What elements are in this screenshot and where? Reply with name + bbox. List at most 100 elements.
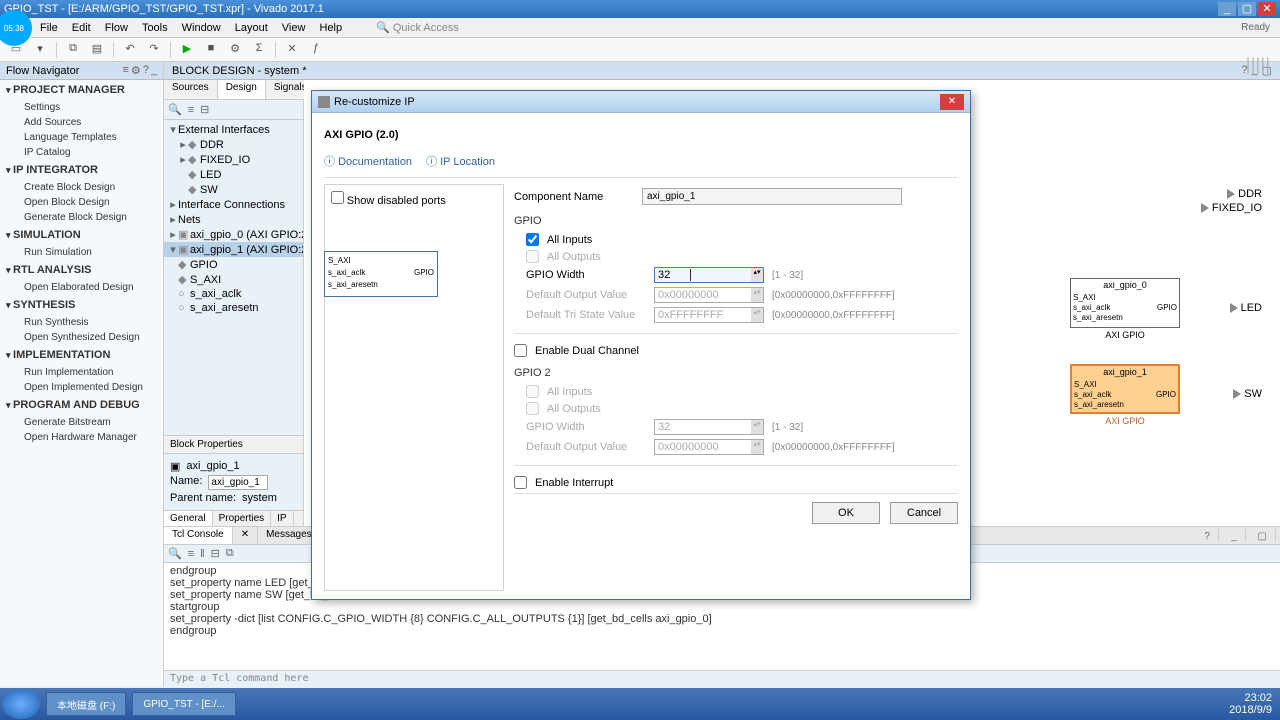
nav-item-generate-block-design[interactable]: Generate Block Design [0, 210, 163, 225]
gpio-width-input[interactable]: 32▴▾ [654, 267, 764, 283]
tree-sw[interactable]: ◆SW [164, 182, 303, 197]
menu-view[interactable]: View [282, 22, 306, 34]
tree-axi-gpio-0[interactable]: ▸▣axi_gpio_0 (AXI GPIO:2.0) [164, 227, 303, 242]
props-name-input[interactable] [208, 475, 268, 490]
nav-item-open-elaborated-design[interactable]: Open Elaborated Design [0, 280, 163, 295]
ext-port-fixed-io[interactable]: FIXED_IO [1201, 202, 1262, 214]
block-axi-gpio-1[interactable]: axi_gpio_1 S_AXI s_axi_aclk s_axi_areset… [1070, 364, 1180, 414]
nav-section-simulation[interactable]: SIMULATION [0, 225, 163, 245]
menu-tools[interactable]: Tools [142, 22, 168, 34]
tree-fixed-io[interactable]: ▸◆FIXED_IO [164, 152, 303, 167]
nav-section-synthesis[interactable]: SYNTHESIS [0, 295, 163, 315]
cancel-button[interactable]: Cancel [890, 502, 958, 524]
window-maximize-button[interactable]: ▢ [1238, 2, 1256, 16]
dialog-ip-location-link[interactable]: IP Location [426, 153, 495, 169]
nav-section-project-manager[interactable]: PROJECT MANAGER [0, 80, 163, 100]
menu-layout[interactable]: Layout [235, 22, 268, 34]
sigma-icon[interactable]: Σ [251, 42, 267, 58]
console-search-icon[interactable]: 🔍 [168, 547, 182, 560]
dialog-documentation-link[interactable]: Documentation [324, 153, 412, 169]
cancel-icon[interactable]: ✕ [284, 42, 300, 58]
nav-help-icon[interactable]: ? [143, 64, 149, 77]
menu-edit[interactable]: Edit [72, 22, 91, 34]
tree-external-interfaces[interactable]: ▾External Interfaces [164, 122, 303, 137]
nav-item-language-templates[interactable]: Language Templates [0, 130, 163, 145]
nav-collapse-icon[interactable]: ≡ [122, 64, 128, 77]
tree-gpio1-gpio[interactable]: ◆GPIO [164, 257, 303, 272]
tab-tcl-close-icon[interactable]: ✕ [233, 527, 258, 544]
console-help-icon[interactable]: ? [1196, 529, 1219, 542]
nav-item-ip-catalog[interactable]: IP Catalog [0, 145, 163, 160]
tab-design[interactable]: Design [218, 80, 266, 99]
tree-gpio1-aclk[interactable]: ○s_axi_aclk [164, 287, 303, 301]
nav-settings-icon[interactable]: ⚙ [131, 64, 141, 77]
console-copy-icon[interactable]: ⧉ [226, 547, 234, 560]
tree-gpio1-saxi[interactable]: ◆S_AXI [164, 272, 303, 287]
nav-section-rtl-analysis[interactable]: RTL ANALYSIS [0, 260, 163, 280]
enable-dual-channel-checkbox[interactable]: Enable Dual Channel [514, 344, 958, 357]
paste-icon[interactable]: ▤ [89, 42, 105, 58]
ext-port-sw[interactable]: SW [1233, 388, 1262, 400]
nav-item-generate-bitstream[interactable]: Generate Bitstream [0, 415, 163, 430]
all-inputs-checkbox[interactable]: All Inputs [514, 233, 958, 246]
console-filter-icon[interactable]: ≡ [188, 548, 194, 560]
search-icon[interactable]: 🔍 [168, 103, 182, 116]
filter-icon[interactable]: ≡ [188, 104, 194, 116]
nav-item-open-synthesized-design[interactable]: Open Synthesized Design [0, 330, 163, 345]
start-button[interactable] [2, 689, 40, 719]
redo-icon[interactable]: ↷ [146, 42, 162, 58]
tcl-command-input[interactable]: Type a Tcl command here [164, 670, 1280, 686]
tree-gpio1-aresetn[interactable]: ○s_axi_aresetn [164, 301, 303, 315]
props-tab-general[interactable]: General [164, 511, 213, 526]
tree-nets[interactable]: ▸Nets [164, 212, 303, 227]
nav-item-open-block-design[interactable]: Open Block Design [0, 195, 163, 210]
nav-section-program-debug[interactable]: PROGRAM AND DEBUG [0, 395, 163, 415]
tab-sources[interactable]: Sources [164, 80, 218, 99]
menu-window[interactable]: Window [182, 22, 221, 34]
dialog-close-button[interactable]: ✕ [940, 94, 964, 110]
quick-access-input[interactable]: 🔍 Quick Access [376, 21, 459, 34]
undo-icon[interactable]: ↶ [122, 42, 138, 58]
nav-close-icon[interactable]: _ [151, 64, 157, 77]
stop-icon[interactable]: ■ [203, 42, 219, 58]
nav-item-add-sources[interactable]: Add Sources [0, 115, 163, 130]
run-icon[interactable]: ▶ [179, 42, 195, 58]
func-icon[interactable]: ƒ [308, 42, 324, 58]
console-clear-icon[interactable]: ⊟ [211, 547, 220, 560]
block-axi-gpio-0[interactable]: axi_gpio_0 S_AXI s_axi_aclk s_axi_areset… [1070, 278, 1180, 328]
tree-interface-connections[interactable]: ▸Interface Connections [164, 197, 303, 212]
window-close-button[interactable]: ✕ [1258, 2, 1276, 16]
nav-item-run-implementation[interactable]: Run Implementation [0, 365, 163, 380]
open-icon[interactable]: ▾ [32, 42, 48, 58]
nav-item-open-implemented-design[interactable]: Open Implemented Design [0, 380, 163, 395]
ext-port-led[interactable]: LED [1230, 302, 1262, 314]
menu-help[interactable]: Help [319, 22, 342, 34]
window-minimize-button[interactable]: _ [1218, 2, 1236, 16]
nav-section-ip-integrator[interactable]: IP INTEGRATOR [0, 160, 163, 180]
menu-file[interactable]: File [40, 22, 58, 34]
nav-item-create-block-design[interactable]: Create Block Design [0, 180, 163, 195]
tree-axi-gpio-1[interactable]: ▾▣axi_gpio_1 (AXI GPIO:2.0) [164, 242, 303, 257]
props-tab-ip[interactable]: IP [271, 511, 293, 526]
enable-interrupt-checkbox[interactable]: Enable Interrupt [514, 476, 958, 489]
gear-icon[interactable]: ⚙ [227, 42, 243, 58]
collapse-all-icon[interactable]: ⊟ [200, 103, 209, 116]
taskbar-clock[interactable]: 23:02 2018/9/9 [1221, 692, 1280, 716]
console-max-icon[interactable]: ▢ [1250, 529, 1276, 542]
taskbar-item-vivado[interactable]: GPIO_TST - [E:/... [132, 692, 236, 716]
props-tab-properties[interactable]: Properties [213, 511, 272, 526]
nav-item-run-synthesis[interactable]: Run Synthesis [0, 315, 163, 330]
tree-ddr[interactable]: ▸◆DDR [164, 137, 303, 152]
ok-button[interactable]: OK [812, 502, 880, 524]
copy-icon[interactable]: ⧉ [65, 42, 81, 58]
tab-tcl-console[interactable]: Tcl Console [164, 527, 233, 544]
nav-item-settings[interactable]: Settings [0, 100, 163, 115]
nav-item-run-simulation[interactable]: Run Simulation [0, 245, 163, 260]
show-disabled-ports-checkbox[interactable]: Show disabled ports [331, 196, 446, 207]
ext-port-ddr[interactable]: DDR [1227, 188, 1262, 200]
console-pause-icon[interactable]: ‖ [200, 548, 205, 560]
console-min-icon[interactable]: _ [1223, 529, 1246, 542]
nav-item-open-hardware-manager[interactable]: Open Hardware Manager [0, 430, 163, 445]
nav-section-implementation[interactable]: IMPLEMENTATION [0, 345, 163, 365]
tree-led[interactable]: ◆LED [164, 167, 303, 182]
